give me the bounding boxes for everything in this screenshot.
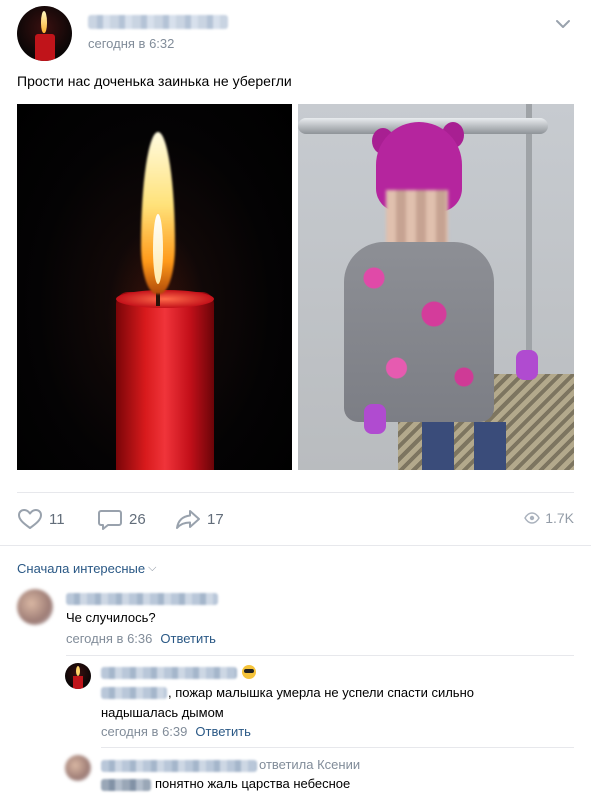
post-time[interactable]: сегодня в 6:32 — [88, 36, 174, 51]
comment-meta: сегодня в 6:36 Ответить — [66, 631, 216, 646]
chevron-down-icon: ⌵ — [148, 562, 157, 574]
actions-divider-top — [17, 492, 574, 493]
candle-photo[interactable] — [17, 104, 292, 470]
likes-count: 11 — [49, 510, 65, 528]
heart-icon — [18, 509, 42, 529]
comment-divider — [66, 655, 574, 656]
commenter-avatar[interactable] — [65, 755, 91, 781]
commenter-avatar[interactable] — [17, 589, 53, 625]
candle-flame-graphic — [41, 11, 47, 33]
shares-count: 17 — [207, 510, 224, 528]
post-text: Прости нас доченька заинька не уберегли — [17, 73, 292, 89]
sunglasses-emoji-icon — [242, 665, 256, 679]
leg-left — [422, 422, 454, 470]
eye-icon — [524, 512, 540, 524]
chevron-down-icon[interactable] — [553, 14, 573, 34]
reply-text-line2: надышалась дымом — [101, 705, 224, 720]
candle-flame-core — [153, 214, 163, 284]
like-button[interactable]: 11 — [17, 508, 65, 530]
commenter-name-blurred[interactable] — [66, 593, 218, 605]
post-header: сегодня в 6:32 — [0, 0, 591, 70]
reply-button[interactable]: Ответить — [195, 724, 251, 739]
views-count: 1.7K — [545, 510, 574, 526]
candle-body — [116, 292, 214, 470]
reply-author-name-blurred[interactable] — [101, 667, 237, 679]
glove-right — [516, 350, 538, 380]
comment-time[interactable]: сегодня в 6:36 — [66, 631, 152, 646]
leg-right — [474, 422, 506, 470]
candle-flame-graphic — [76, 666, 80, 676]
child-photo[interactable] — [298, 104, 574, 470]
author-name-blurred[interactable] — [88, 15, 228, 29]
actions-divider-bottom — [0, 545, 591, 546]
comment-text: Че случилось? — [66, 610, 156, 625]
comment-divider — [101, 747, 574, 748]
mention-blurred[interactable] — [101, 779, 151, 791]
sort-label: Сначала интересные — [17, 561, 146, 576]
candle-top — [116, 290, 214, 308]
candle-wax-graphic — [35, 34, 55, 61]
views-counter: 1.7K — [524, 510, 574, 526]
reply-to-label[interactable]: ответила Ксении — [259, 757, 360, 772]
mention-blurred[interactable] — [101, 687, 167, 699]
reply-time[interactable]: сегодня в 6:39 — [101, 724, 187, 739]
share-button[interactable]: 17 — [175, 508, 224, 530]
comments-sort-dropdown[interactable]: Сначала интересные ⌵ — [17, 561, 156, 576]
commenter-name-blurred[interactable] — [101, 760, 257, 772]
author-avatar[interactable] — [17, 6, 72, 61]
candle-wax-graphic — [73, 676, 83, 689]
reply-author-avatar[interactable] — [65, 663, 91, 689]
glove-left — [364, 404, 386, 434]
reply-text-line1: , пожар малышка умерла не успели спасти … — [168, 685, 474, 700]
comment-icon — [98, 510, 122, 530]
post-actions: 11 26 17 1.7K — [0, 500, 591, 536]
comment-button[interactable]: 26 — [97, 508, 146, 530]
child-jacket — [344, 242, 494, 422]
reply-button[interactable]: Ответить — [160, 631, 216, 646]
comments-count: 26 — [129, 510, 146, 528]
comment-text: понятно жаль царства небесное — [155, 776, 351, 791]
reply-meta: сегодня в 6:39 Ответить — [101, 724, 251, 739]
share-icon — [176, 510, 200, 529]
